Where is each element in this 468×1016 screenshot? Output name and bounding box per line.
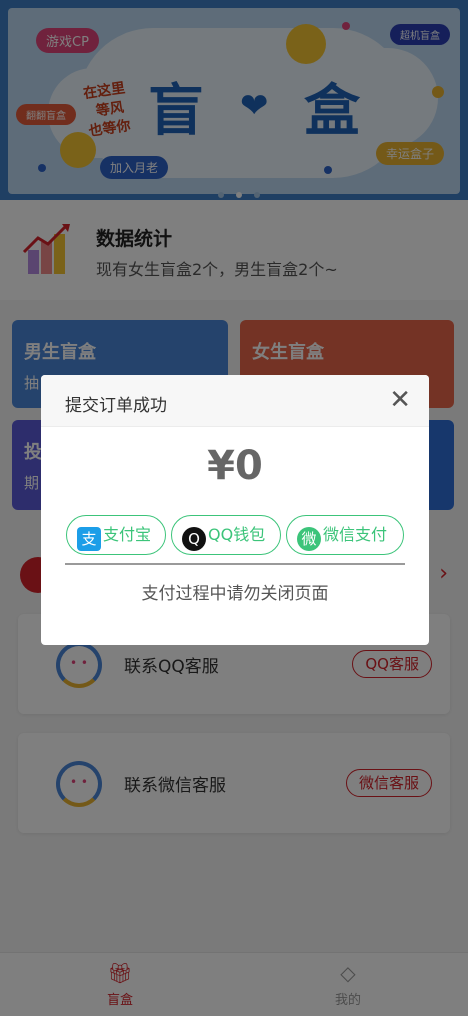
pay-label: 支付宝 [103, 525, 152, 544]
close-icon[interactable]: ✕ [389, 385, 411, 415]
modal-header: 提交订单成功 ✕ [41, 375, 429, 427]
order-amount: ¥0 [207, 443, 263, 489]
payment-options: 支支付宝 Q QQ钱包 微微信支付 [65, 515, 405, 555]
pay-label: QQ钱包 [208, 525, 266, 544]
wechat-icon: 微 [297, 527, 321, 551]
modal-title: 提交订单成功 [65, 396, 167, 416]
wechat-pay-button[interactable]: 微微信支付 [286, 515, 404, 555]
qq-icon: Q [182, 527, 206, 551]
pay-label: 微信支付 [323, 525, 388, 544]
alipay-icon: 支 [77, 527, 101, 551]
order-success-modal: 提交订单成功 ✕ ¥0 支支付宝 Q QQ钱包 微微信支付 支付过程中请勿关闭页面 [41, 375, 429, 645]
alipay-button[interactable]: 支支付宝 [66, 515, 166, 555]
qq-wallet-button[interactable]: Q QQ钱包 [171, 515, 281, 555]
divider [65, 563, 405, 565]
payment-note: 支付过程中请勿关闭页面 [141, 584, 329, 604]
